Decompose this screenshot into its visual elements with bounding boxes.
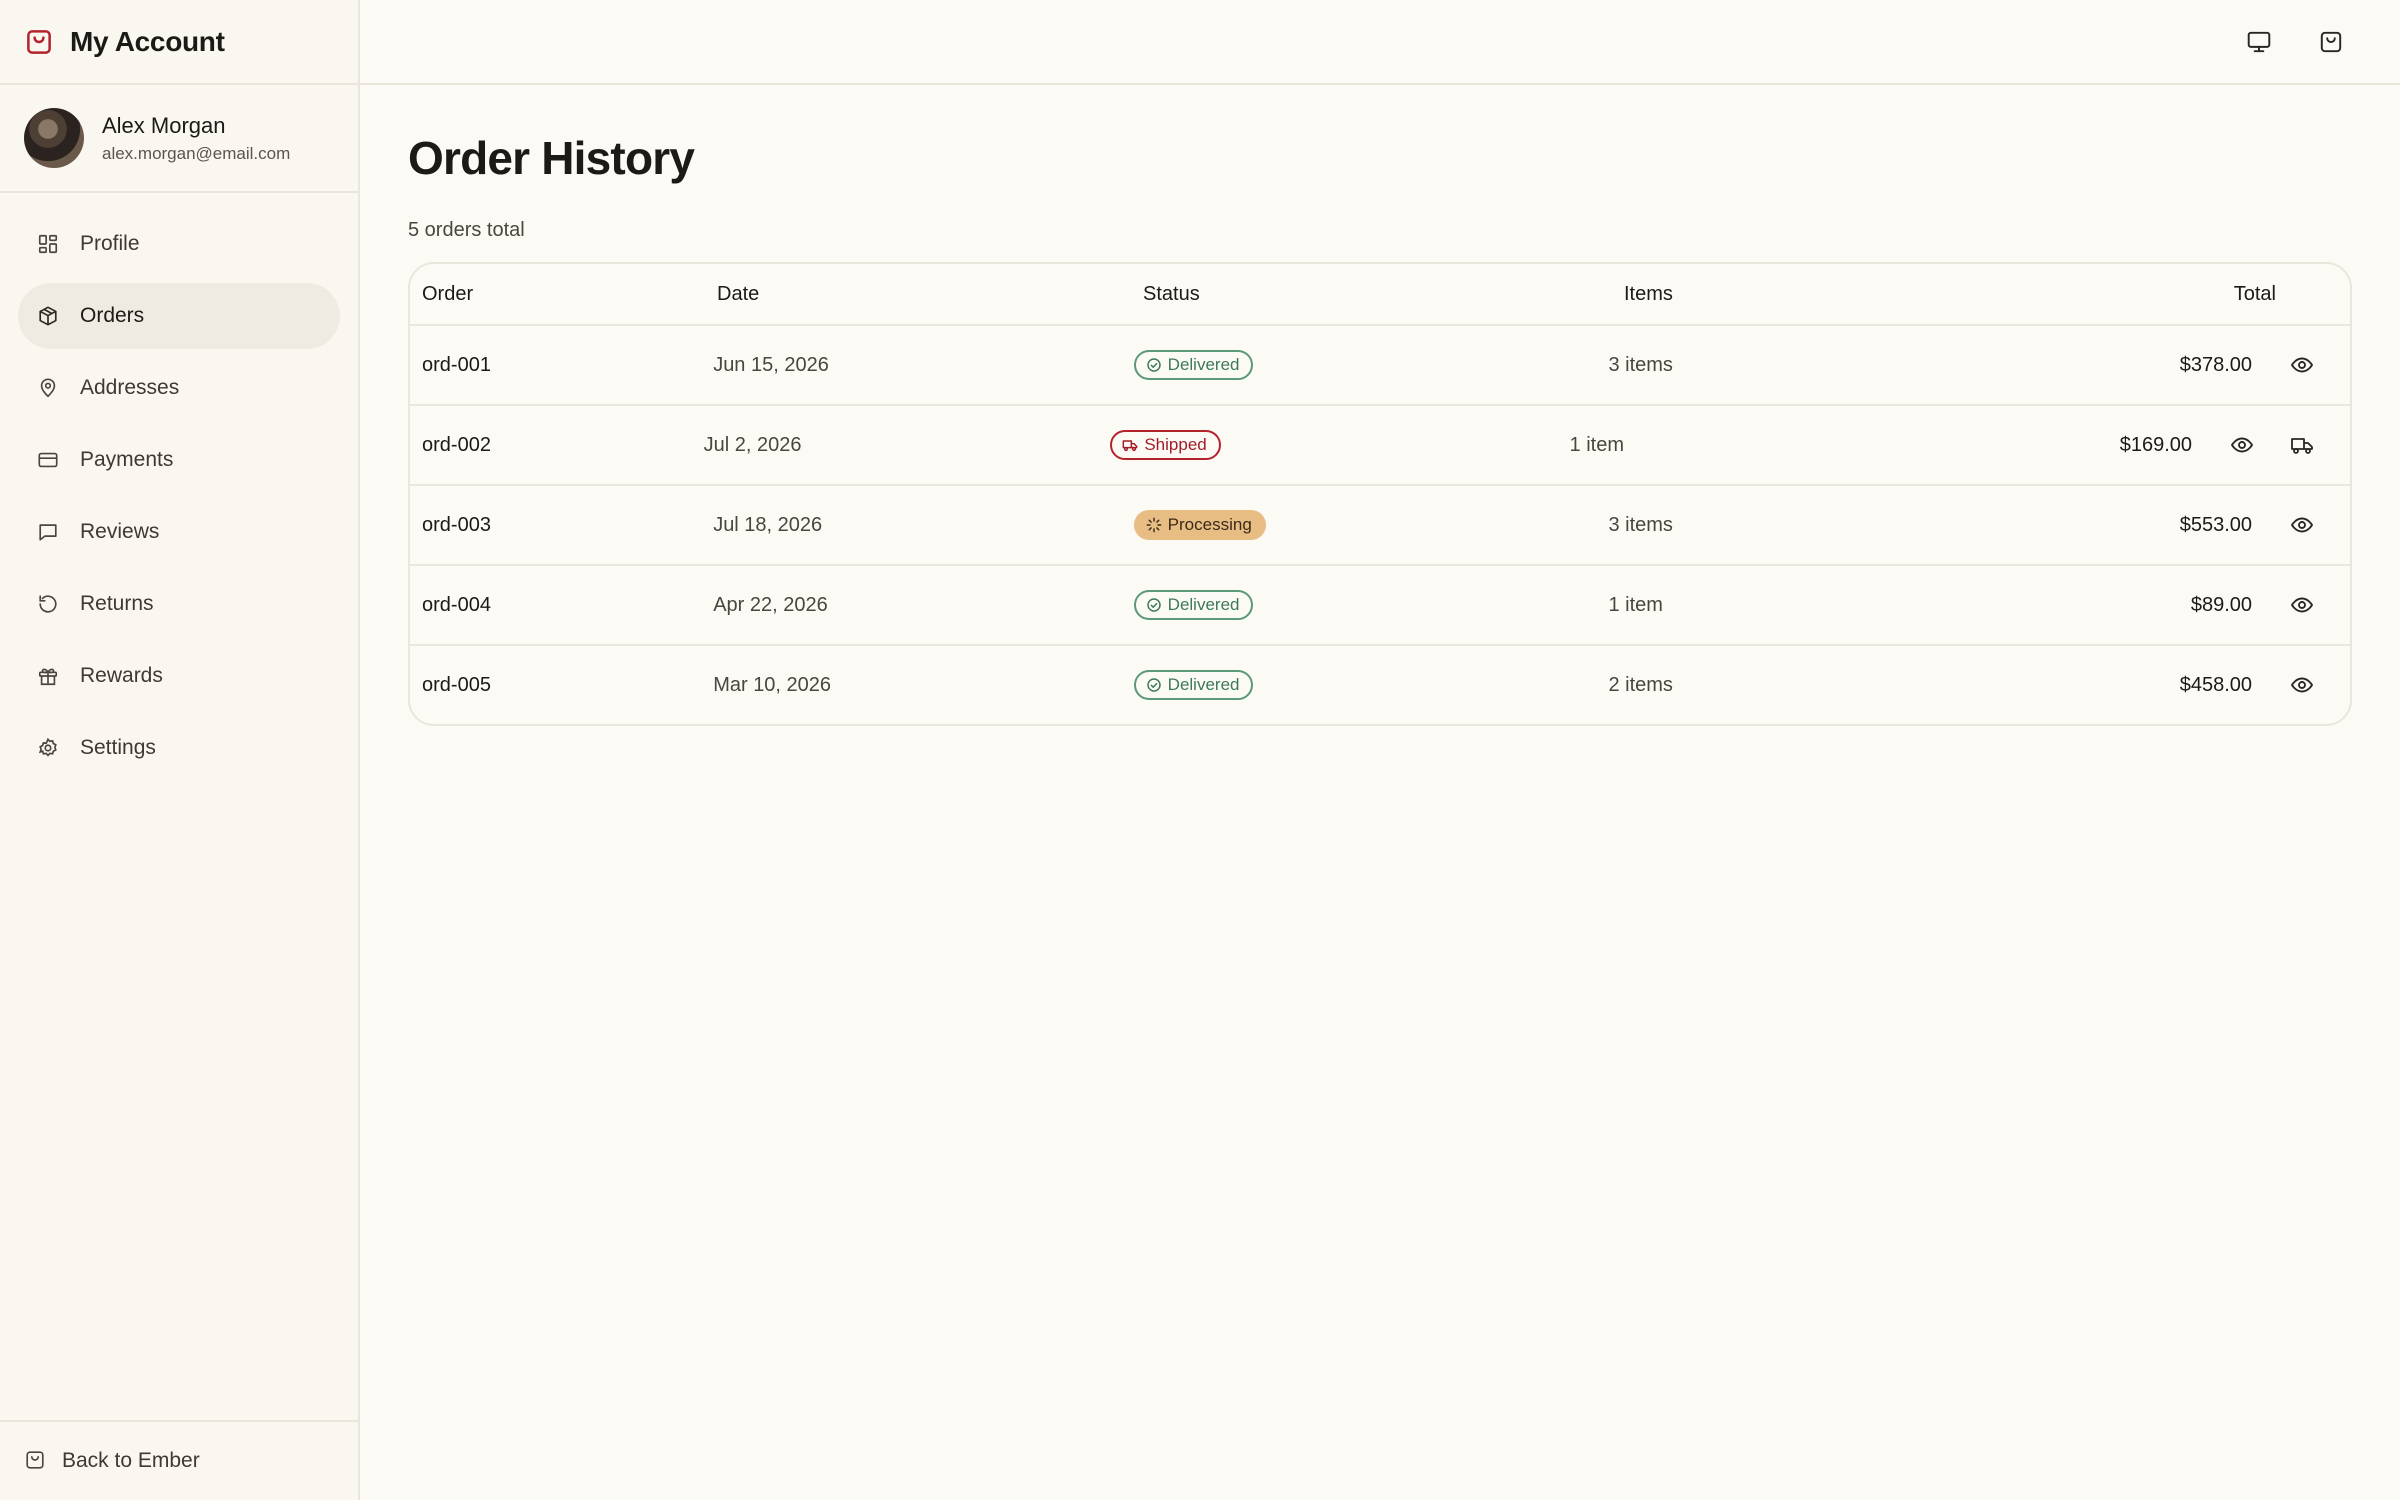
status-label: Processing [1167, 515, 1252, 534]
view-order-eye-icon[interactable] [2290, 513, 2314, 537]
sidebar-item-profile[interactable]: Profile [18, 211, 340, 277]
sidebar-item-label: Profile [80, 232, 140, 255]
order-total: $169.00 [2119, 433, 2192, 456]
check-circle-icon [1146, 357, 1162, 373]
orders-table: Order Date Status Items Total ord-001 Ju… [408, 262, 2352, 726]
sidebar-item-reviews[interactable]: Reviews [18, 499, 340, 565]
column-header-total: Total [2233, 282, 2276, 305]
order-id: ord-004 [422, 593, 491, 616]
rotate-ccw-icon [36, 592, 60, 616]
gift-icon [36, 664, 60, 688]
order-date: Jun 15, 2026 [713, 353, 829, 376]
shopping-bag-icon [24, 27, 54, 57]
table-row[interactable]: ord-004 Apr 22, 2026 Delivered 1 item $8… [410, 564, 2350, 644]
sidebar-item-label: Rewards [80, 664, 163, 687]
sidebar-item-payments[interactable]: Payments [18, 427, 340, 493]
order-id: ord-005 [422, 673, 491, 696]
order-items: 3 items [1608, 513, 1673, 536]
table-header-row: Order Date Status Items Total [410, 264, 2350, 324]
table-row[interactable]: ord-003 Jul 18, 2026 Processing 3 items … [410, 484, 2350, 564]
column-header-items: Items [1624, 282, 1673, 305]
column-header-date: Date [717, 282, 760, 305]
track-shipment-truck-icon[interactable] [2290, 433, 2314, 457]
grid-icon [36, 232, 60, 256]
table-row[interactable]: ord-001 Jun 15, 2026 Delivered 3 items $… [410, 324, 2350, 404]
status-badge: Shipped [1110, 430, 1221, 460]
status-badge: Delivered [1133, 350, 1254, 380]
status-badge: Delivered [1133, 590, 1254, 620]
loader-icon [1146, 517, 1162, 533]
order-id: ord-001 [422, 353, 491, 376]
sidebar-item-addresses[interactable]: Addresses [18, 355, 340, 421]
order-date: Jul 18, 2026 [713, 513, 823, 536]
status-label: Delivered [1167, 595, 1240, 614]
credit-card-icon [36, 448, 60, 472]
sidebar-item-label: Orders [80, 304, 145, 327]
column-header-order: Order [422, 282, 474, 305]
view-order-eye-icon[interactable] [2290, 593, 2314, 617]
check-circle-icon [1146, 677, 1162, 693]
order-items: 3 items [1608, 353, 1673, 376]
message-square-icon [36, 520, 60, 544]
order-total: $553.00 [2179, 513, 2253, 536]
shopping-bag-icon[interactable] [2316, 27, 2346, 57]
monitor-icon[interactable] [2244, 27, 2274, 57]
sidebar-item-rewards[interactable]: Rewards [18, 643, 340, 709]
order-date: Apr 22, 2026 [713, 593, 828, 616]
view-order-eye-icon[interactable] [2290, 353, 2314, 377]
sidebar-nav: Profile Orders Addresses Payments Review… [0, 193, 358, 781]
sidebar-item-returns[interactable]: Returns [18, 571, 340, 637]
status-label: Delivered [1167, 675, 1240, 694]
check-circle-icon [1146, 597, 1162, 613]
view-order-eye-icon[interactable] [2290, 673, 2314, 697]
sidebar-item-label: Settings [80, 736, 156, 759]
order-items: 1 item [1569, 433, 1625, 456]
status-label: Shipped [1144, 435, 1207, 454]
table-row[interactable]: ord-002 Jul 2, 2026 Shipped 1 item $169.… [410, 404, 2350, 484]
order-items: 1 item [1608, 593, 1663, 616]
app-root: My Account Alex Morgan alex.morgan@email… [0, 0, 2400, 1500]
package-icon [36, 304, 60, 328]
order-items: 2 items [1608, 673, 1673, 696]
shopping-bag-icon [24, 1449, 48, 1473]
status-label: Delivered [1167, 355, 1240, 374]
main-content: Order History 5 orders total Order Date … [408, 85, 2352, 726]
user-email: alex.morgan@email.com [102, 143, 291, 163]
status-badge: Delivered [1133, 670, 1254, 700]
sidebar-item-orders[interactable]: Orders [18, 283, 340, 349]
sidebar: My Account Alex Morgan alex.morgan@email… [0, 0, 360, 1500]
user-name: Alex Morgan [102, 112, 226, 138]
sidebar-item-label: Addresses [80, 376, 180, 399]
avatar [24, 108, 84, 168]
orders-count: 5 orders total [408, 219, 525, 241]
order-total: $89.00 [2190, 593, 2253, 616]
gear-icon [36, 736, 60, 760]
sidebar-item-settings[interactable]: Settings [18, 715, 340, 781]
order-id: ord-003 [422, 513, 491, 536]
page-title: Order History [408, 132, 695, 184]
table-row[interactable]: ord-005 Mar 10, 2026 Delivered 2 items $… [410, 644, 2350, 724]
order-total: $378.00 [2179, 353, 2253, 376]
brand-header: My Account [0, 0, 358, 85]
order-date: Jul 2, 2026 [703, 433, 802, 456]
order-total: $458.00 [2179, 673, 2253, 696]
sidebar-item-label: Reviews [80, 520, 160, 543]
sidebar-item-label: Payments [80, 448, 174, 471]
app-title: My Account [70, 25, 225, 57]
map-pin-icon [36, 376, 60, 400]
user-profile-card: Alex Morgan alex.morgan@email.com [0, 85, 358, 193]
order-date: Mar 10, 2026 [713, 673, 832, 696]
top-bar [360, 0, 2400, 85]
back-label: Back to Ember [62, 1449, 200, 1472]
truck-icon [1122, 437, 1138, 453]
status-badge: Processing [1133, 510, 1266, 540]
back-to-store-link[interactable]: Back to Ember [0, 1420, 358, 1500]
sidebar-item-label: Returns [80, 592, 154, 615]
column-header-status: Status [1143, 282, 1200, 305]
view-order-eye-icon[interactable] [2230, 433, 2254, 457]
order-id: ord-002 [422, 433, 491, 456]
